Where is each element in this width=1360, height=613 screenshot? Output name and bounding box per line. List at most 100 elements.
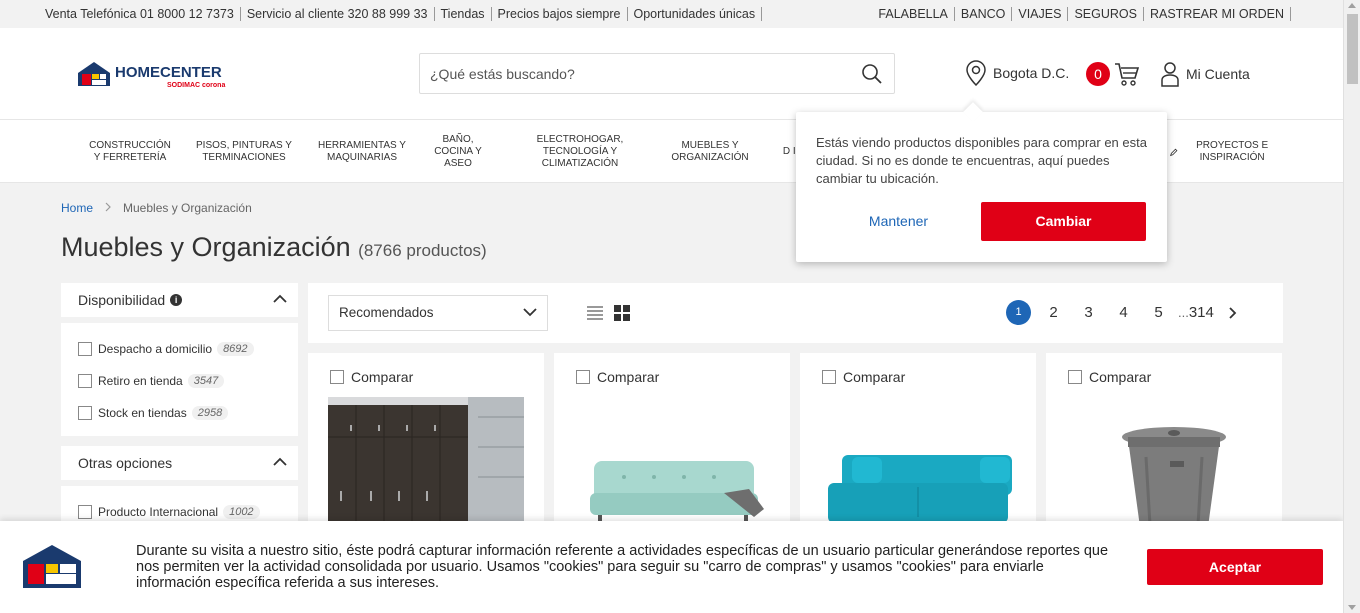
filter-option[interactable]: Retiro en tienda 3547 bbox=[61, 365, 298, 397]
compare-label: Comparar bbox=[843, 369, 906, 385]
filter-option-label: Retiro en tienda bbox=[98, 374, 183, 388]
page-title: Muebles y Organización (8766 productos) bbox=[61, 232, 487, 263]
breadcrumb-chevron-icon bbox=[105, 201, 111, 215]
filter-option-label: Despacho a domicilio bbox=[98, 342, 213, 356]
checkbox[interactable] bbox=[330, 370, 344, 384]
trash-bin-image[interactable] bbox=[1066, 397, 1262, 527]
checkbox[interactable] bbox=[1068, 370, 1082, 384]
phone-sales-link[interactable]: Venta Telefónica 01 8000 12 7373 bbox=[45, 7, 241, 21]
cart-count-badge: 0 bbox=[1086, 62, 1110, 86]
compare-toggle[interactable]: Comparar bbox=[330, 369, 413, 385]
filter-option-label: Producto Internacional bbox=[98, 505, 219, 519]
filter-other-header[interactable]: Otras opciones bbox=[61, 446, 298, 480]
grid-view-icon[interactable] bbox=[614, 305, 630, 321]
filter-option-label: Stock en tiendas bbox=[98, 406, 187, 420]
checkbox[interactable] bbox=[78, 374, 92, 388]
page-scrollbar[interactable] bbox=[1343, 0, 1360, 613]
wardrobe-image[interactable] bbox=[328, 397, 524, 527]
homecenter-logo[interactable]: HOMECENTER SODIMAC corona bbox=[77, 60, 247, 90]
homecenter-house-icon bbox=[23, 545, 81, 588]
compare-toggle[interactable]: Comparar bbox=[822, 369, 905, 385]
cart-icon bbox=[1115, 63, 1140, 86]
scroll-up-arrow[interactable] bbox=[1348, 3, 1356, 8]
change-location-button[interactable]: Cambiar bbox=[981, 202, 1146, 241]
compare-label: Comparar bbox=[351, 369, 414, 385]
top-utility-bar: Venta Telefónica 01 8000 12 7373 Servici… bbox=[0, 0, 1343, 28]
checkbox[interactable] bbox=[78, 342, 92, 356]
filter-option-count: 1002 bbox=[223, 505, 260, 519]
category-pisos[interactable]: PISOS, PINTURAS Y TERMINACIONES bbox=[192, 120, 296, 183]
track-order-link[interactable]: RASTREAR MI ORDEN bbox=[1144, 7, 1291, 21]
filter-availability-options: Despacho a domicilio 8692 Retiro en tiend… bbox=[61, 323, 298, 436]
pencil-icon bbox=[1170, 148, 1178, 156]
customer-service-link[interactable]: Servicio al cliente 320 88 999 33 bbox=[241, 7, 435, 21]
page-button[interactable]: 4 bbox=[1106, 304, 1141, 321]
checkbox[interactable] bbox=[822, 370, 836, 384]
category-muebles[interactable]: MUEBLES Y ORGANIZACIÓN bbox=[665, 120, 755, 183]
chevron-down-icon bbox=[523, 308, 537, 317]
account-link[interactable]: Mi Cuenta bbox=[1160, 61, 1250, 87]
filter-option-count: 3547 bbox=[187, 374, 225, 388]
search-input[interactable] bbox=[420, 54, 840, 93]
chevron-up-icon bbox=[273, 457, 287, 466]
keep-location-button[interactable]: Mantener bbox=[846, 212, 951, 230]
info-icon[interactable]: i bbox=[170, 294, 183, 306]
page-button-active[interactable]: 1 bbox=[1006, 300, 1031, 325]
list-view-icon[interactable] bbox=[587, 305, 603, 321]
page-button-last[interactable]: 314 bbox=[1189, 304, 1214, 321]
cart-button[interactable]: 0 bbox=[1086, 61, 1140, 87]
checkbox[interactable] bbox=[78, 406, 92, 420]
category-construccion[interactable]: CONSTRUCCIÓN Y FERRETERÍA bbox=[85, 120, 175, 183]
filter-option[interactable]: Despacho a domicilio 8692 bbox=[61, 333, 298, 365]
seguros-link[interactable]: SEGUROS bbox=[1068, 7, 1144, 21]
sort-selected-label: Recomendados bbox=[339, 305, 434, 320]
category-proyectos[interactable]: PROYECTOS E INSPIRACIÓN bbox=[1170, 120, 1280, 183]
filter-option-count: 8692 bbox=[217, 342, 254, 356]
page-button[interactable]: 2 bbox=[1036, 304, 1071, 321]
banco-link[interactable]: BANCO bbox=[955, 7, 1013, 21]
mint-sofa-image[interactable] bbox=[574, 397, 770, 527]
stores-link[interactable]: Tiendas bbox=[435, 7, 492, 21]
viajes-link[interactable]: VIAJES bbox=[1012, 7, 1069, 21]
low-prices-link[interactable]: Precios bajos siempre bbox=[492, 7, 628, 21]
pagination-ellipsis: ... bbox=[1178, 305, 1189, 320]
filter-option-count: 2958 bbox=[191, 406, 229, 420]
user-icon bbox=[1161, 62, 1179, 87]
accept-cookies-button[interactable]: Aceptar bbox=[1147, 549, 1323, 585]
scroll-down-arrow[interactable] bbox=[1348, 605, 1356, 610]
compare-toggle[interactable]: Comparar bbox=[576, 369, 659, 385]
category-bano-cocina[interactable]: BAÑO, COCINA Y ASEO bbox=[428, 120, 488, 183]
filter-availability-header[interactable]: Disponibilidad i bbox=[61, 283, 298, 317]
svg-text:HOMECENTER: HOMECENTER bbox=[115, 64, 222, 81]
sort-select[interactable]: Recomendados bbox=[328, 295, 548, 331]
page-title-text: Muebles y Organización bbox=[61, 232, 351, 262]
pagination: 1 2 3 4 5 ... 314 bbox=[1006, 300, 1244, 325]
turquoise-sofa-image[interactable] bbox=[820, 397, 1016, 527]
category-electrohogar[interactable]: ELECTROHOGAR, TECNOLOGÍA Y CLIMATIZACIÓN bbox=[518, 120, 642, 183]
category-proyectos-label: PROYECTOS E INSPIRACIÓN bbox=[1196, 139, 1269, 163]
svg-text:SODIMAC corona: SODIMAC corona bbox=[167, 82, 225, 89]
compare-toggle[interactable]: Comparar bbox=[1068, 369, 1151, 385]
search-box bbox=[419, 53, 895, 94]
location-selector[interactable]: Bogota D.C. bbox=[965, 60, 1069, 86]
location-popover: Estás viendo productos disponibles para … bbox=[796, 102, 1167, 262]
cookie-text: Durante su visita a nuestro sitio, éste … bbox=[136, 543, 1109, 591]
search-icon[interactable] bbox=[861, 63, 883, 85]
page-button[interactable]: 3 bbox=[1071, 304, 1106, 321]
checkbox[interactable] bbox=[576, 370, 590, 384]
location-label: Bogota D.C. bbox=[993, 65, 1070, 81]
chevron-right-icon[interactable] bbox=[1224, 306, 1244, 320]
checkbox[interactable] bbox=[78, 505, 92, 519]
account-label: Mi Cuenta bbox=[1186, 66, 1250, 82]
breadcrumb-home[interactable]: Home bbox=[61, 201, 93, 215]
filter-other-title: Otras opciones bbox=[78, 455, 173, 471]
compare-label: Comparar bbox=[597, 369, 660, 385]
scroll-thumb[interactable] bbox=[1347, 14, 1358, 84]
breadcrumb-current: Muebles y Organización bbox=[123, 201, 252, 215]
chevron-up-icon bbox=[273, 294, 287, 303]
page-button[interactable]: 5 bbox=[1141, 304, 1176, 321]
unique-opportunities-link[interactable]: Oportunidades únicas bbox=[628, 7, 763, 21]
filter-option[interactable]: Stock en tiendas 2958 bbox=[61, 397, 298, 429]
category-herramientas[interactable]: HERRAMIENTAS Y MAQUINARIAS bbox=[313, 120, 411, 183]
falabella-link[interactable]: FALABELLA bbox=[872, 7, 955, 21]
